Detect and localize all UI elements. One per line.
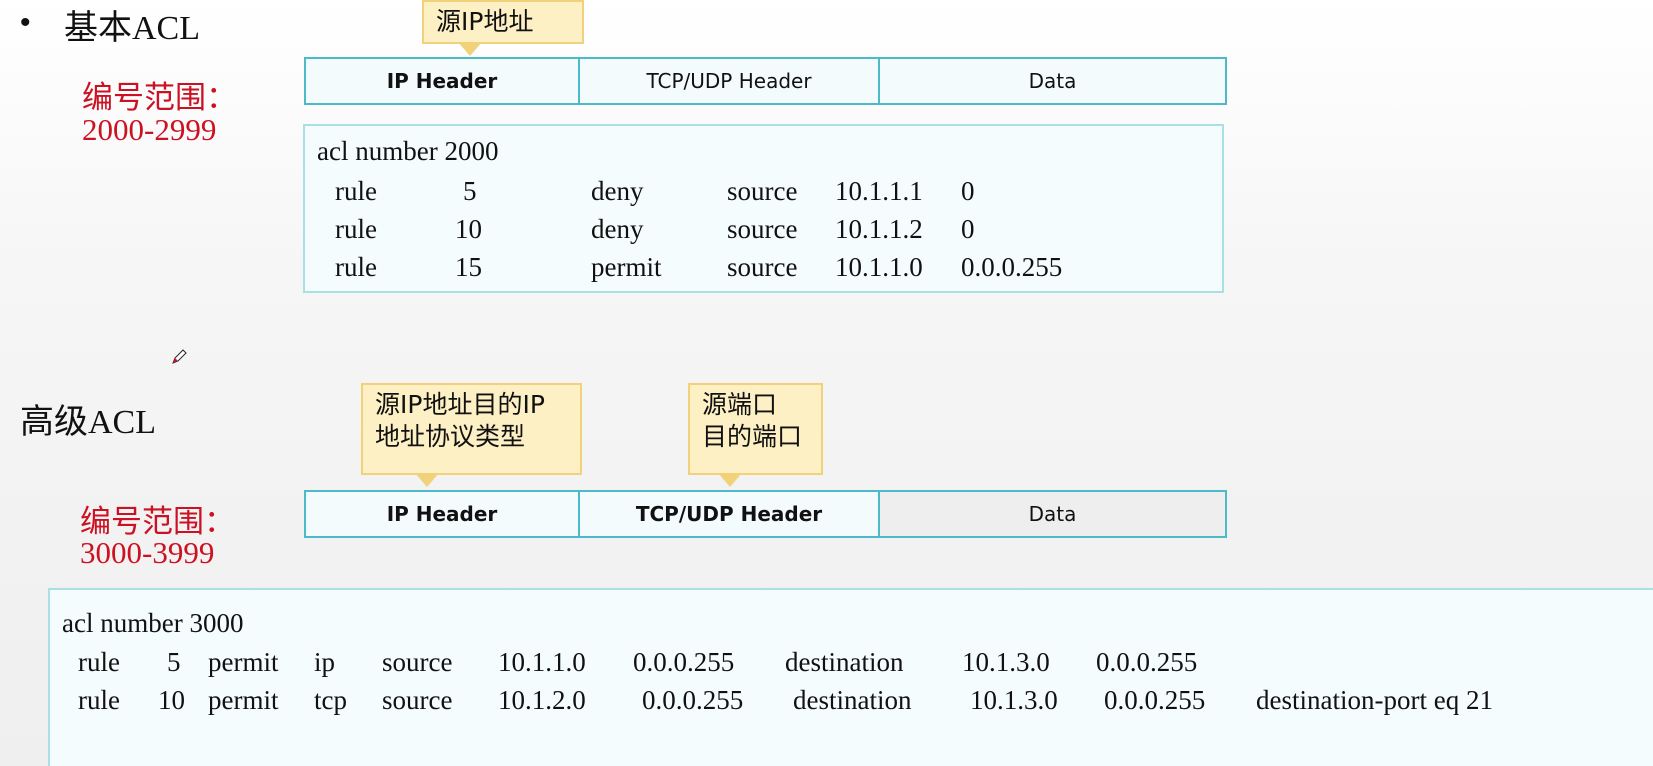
basic-ip-header-cell: IP Header <box>306 59 580 103</box>
basic-range-label: 编号范围： <box>82 80 237 115</box>
rule-number: 5 <box>167 647 181 677</box>
rule-protocol: tcp <box>314 685 347 715</box>
rule-source-ip: 10.1.1.0 <box>498 647 586 677</box>
rule-source-ip: 10.1.1.2 <box>835 214 923 244</box>
advanced-callout-ports: 源端口 目的端口 <box>688 383 823 487</box>
advanced-tcpudp-header-cell: TCP/UDP Header <box>580 492 880 536</box>
rule-wildcard: 0.0.0.255 <box>961 252 1063 282</box>
advanced-packet-header-row: IP Header TCP/UDP Header Data <box>304 490 1227 538</box>
advanced-acl-code-box: acl number 3000 rule 5 permit ip source … <box>48 588 1653 766</box>
advanced-callout-ip-protocol: 源IP地址目的IP 地址协议类型 <box>361 383 582 487</box>
rule-number: 10 <box>158 685 185 715</box>
bullet-point: • <box>20 6 31 39</box>
rule-source-keyword: source <box>382 647 453 677</box>
rule-number: 15 <box>455 252 482 282</box>
rule-action: permit <box>208 685 279 715</box>
rule-source-keyword: source <box>727 176 798 206</box>
rule-destination-keyword: destination <box>785 647 904 677</box>
basic-range-value: 2000-2999 <box>82 112 217 147</box>
basic-acl-code-box: acl number 2000 rule 5 deny source 10.1.… <box>303 124 1224 293</box>
rule-destination-port: destination-port eq 21 <box>1256 685 1493 715</box>
rule-action: permit <box>591 252 662 282</box>
advanced-callout-ip-line1: 源IP地址目的IP <box>375 390 545 419</box>
basic-callout-source-ip: 源IP地址 <box>422 0 584 56</box>
rule-source-wildcard: 0.0.0.255 <box>642 685 744 715</box>
rule-source-keyword: source <box>727 214 798 244</box>
rule-protocol: ip <box>314 647 336 677</box>
rule-keyword: rule <box>78 647 120 677</box>
basic-rule-line: rule 15 permit source 10.1.1.0 0.0.0.255 <box>305 252 1222 284</box>
basic-code-title: acl number 2000 <box>317 136 499 166</box>
rule-destination-wildcard: 0.0.0.255 <box>1096 647 1198 677</box>
rule-destination-keyword: destination <box>793 685 912 715</box>
advanced-rule-line: rule 5 permit ip source 10.1.1.0 0.0.0.2… <box>50 647 1653 679</box>
basic-rule-line: rule 5 deny source 10.1.1.1 0 <box>305 176 1222 208</box>
pencil-cursor-icon <box>172 349 187 364</box>
rule-number: 10 <box>455 214 482 244</box>
advanced-callout-port-line1: 源端口 <box>702 390 778 419</box>
rule-destination-ip: 10.1.3.0 <box>970 685 1058 715</box>
rule-destination-ip: 10.1.3.0 <box>962 647 1050 677</box>
rule-keyword: rule <box>335 176 377 206</box>
rule-source-ip: 10.1.1.1 <box>835 176 923 206</box>
rule-keyword: rule <box>335 252 377 282</box>
rule-number: 5 <box>463 176 477 206</box>
rule-source-keyword: source <box>727 252 798 282</box>
rule-wildcard: 0 <box>961 176 975 206</box>
basic-callout-text: 源IP地址 <box>436 7 534 36</box>
rule-source-ip: 10.1.2.0 <box>498 685 586 715</box>
basic-tcpudp-header-cell: TCP/UDP Header <box>580 59 880 103</box>
rule-action: deny <box>591 176 644 206</box>
rule-keyword: rule <box>78 685 120 715</box>
rule-source-ip: 10.1.1.0 <box>835 252 923 282</box>
advanced-code-title: acl number 3000 <box>62 608 244 638</box>
rule-keyword: rule <box>335 214 377 244</box>
advanced-data-cell: Data <box>880 492 1225 536</box>
advanced-range-value: 3000-3999 <box>80 535 215 570</box>
basic-data-cell: Data <box>1028 69 1077 93</box>
advanced-callout-port-line2: 目的端口 <box>702 422 803 451</box>
rule-source-wildcard: 0.0.0.255 <box>633 647 735 677</box>
basic-rule-line: rule 10 deny source 10.1.1.2 0 <box>305 214 1222 246</box>
basic-acl-title: 基本ACL <box>64 10 200 47</box>
advanced-rule-line: rule 10 permit tcp source 10.1.2.0 0.0.0… <box>50 685 1653 717</box>
advanced-callout-ip-line2: 地址协议类型 <box>375 422 526 451</box>
rule-action: permit <box>208 647 279 677</box>
rule-action: deny <box>591 214 644 244</box>
rule-destination-wildcard: 0.0.0.255 <box>1104 685 1206 715</box>
advanced-acl-title: 高级ACL <box>20 404 156 441</box>
basic-packet-header-row: IP Header TCP/UDP Header Data <box>304 57 1227 105</box>
advanced-ip-header-cell: IP Header <box>306 492 580 536</box>
rule-source-keyword: source <box>382 685 453 715</box>
rule-wildcard: 0 <box>961 214 975 244</box>
